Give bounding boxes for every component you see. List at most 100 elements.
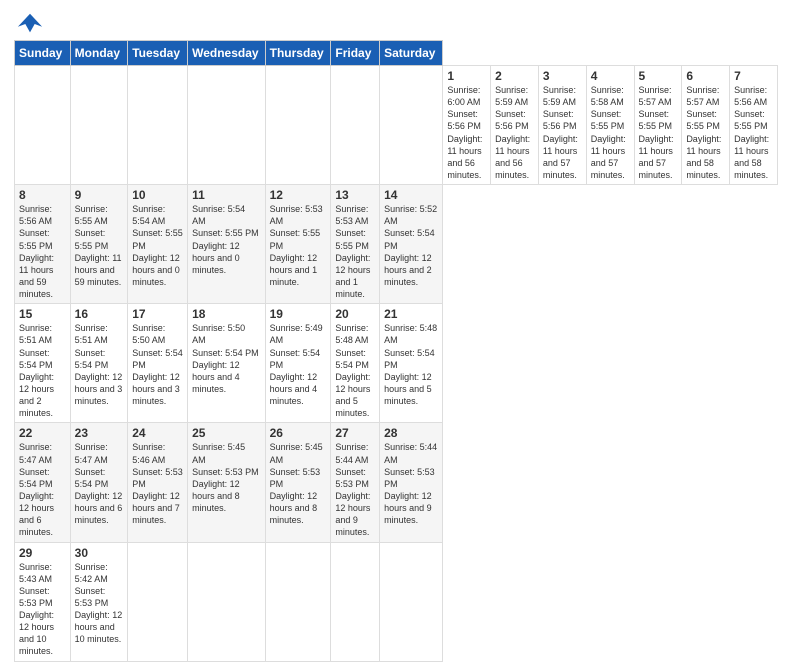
day-info: Sunrise: 5:51 AMSunset: 5:54 PMDaylight:…: [75, 322, 124, 407]
calendar-day-cell: 1Sunrise: 6:00 AMSunset: 5:56 PMDaylight…: [443, 66, 491, 185]
sunset-text: Sunset: 5:55 PM: [192, 228, 259, 238]
day-number: 5: [639, 69, 678, 83]
daylight-text: Daylight: 12 hours and 8 minutes.: [192, 479, 240, 513]
sunrise-text: Sunrise: 5:46 AM: [132, 442, 165, 464]
sunrise-text: Sunrise: 5:48 AM: [384, 323, 437, 345]
sunset-text: Sunset: 5:54 PM: [75, 348, 109, 370]
day-number: 26: [270, 426, 327, 440]
calendar-day-cell: 20Sunrise: 5:48 AMSunset: 5:54 PMDayligh…: [331, 304, 380, 423]
day-info: Sunrise: 5:44 AMSunset: 5:53 PMDaylight:…: [384, 441, 438, 526]
sunrise-text: Sunrise: 5:45 AM: [270, 442, 323, 464]
sunrise-text: Sunrise: 5:57 AM: [686, 85, 719, 107]
sunrise-text: Sunrise: 5:59 AM: [495, 85, 528, 107]
sunrise-text: Sunrise: 5:51 AM: [19, 323, 52, 345]
daylight-text: Daylight: 12 hours and 0 minutes.: [132, 253, 180, 287]
day-number: 4: [591, 69, 630, 83]
calendar-day-cell: 4Sunrise: 5:58 AMSunset: 5:55 PMDaylight…: [586, 66, 634, 185]
daylight-text: Daylight: 12 hours and 4 minutes.: [270, 372, 318, 406]
sunset-text: Sunset: 5:55 PM: [639, 109, 673, 131]
day-number: 8: [19, 188, 66, 202]
calendar-day-cell: 5Sunrise: 5:57 AMSunset: 5:55 PMDaylight…: [634, 66, 682, 185]
logo: [14, 10, 44, 34]
sunset-text: Sunset: 5:55 PM: [75, 228, 109, 250]
calendar-day-cell: 12Sunrise: 5:53 AMSunset: 5:55 PMDayligh…: [265, 185, 331, 304]
day-info: Sunrise: 5:45 AMSunset: 5:53 PMDaylight:…: [270, 441, 327, 526]
logo-bird-icon: [16, 10, 44, 38]
header-row: [14, 10, 778, 34]
calendar-day-cell: 3Sunrise: 5:59 AMSunset: 5:56 PMDaylight…: [538, 66, 586, 185]
calendar-week-row: 15Sunrise: 5:51 AMSunset: 5:54 PMDayligh…: [15, 304, 778, 423]
sunset-text: Sunset: 5:55 PM: [270, 228, 321, 250]
calendar-day-cell: 10Sunrise: 5:54 AMSunset: 5:55 PMDayligh…: [128, 185, 188, 304]
sunset-text: Sunset: 5:54 PM: [132, 348, 183, 370]
empty-day-cell: [331, 542, 380, 661]
sunrise-text: Sunrise: 5:47 AM: [19, 442, 52, 464]
day-number: 7: [734, 69, 773, 83]
empty-day-cell: [265, 66, 331, 185]
daylight-text: Daylight: 12 hours and 0 minutes.: [192, 241, 240, 275]
calendar-week-row: 8 Sunrise: 5:56 AM Sunset: 5:55 PM Daylight…: [15, 185, 778, 304]
column-header-friday: Friday: [331, 41, 380, 66]
day-info: Sunrise: 5:57 AMSunset: 5:55 PMDaylight:…: [639, 84, 678, 181]
sunrise-text: Sunrise: 5:50 AM: [132, 323, 165, 345]
sunrise-text: Sunrise: 5:44 AM: [335, 442, 368, 464]
calendar-week-row: 22Sunrise: 5:47 AMSunset: 5:54 PMDayligh…: [15, 423, 778, 542]
calendar-day-cell: 9Sunrise: 5:55 AMSunset: 5:55 PMDaylight…: [70, 185, 128, 304]
day-number: 23: [75, 426, 124, 440]
day-info: Sunrise: 5:55 AMSunset: 5:55 PMDaylight:…: [75, 203, 124, 288]
sunrise-text: Sunrise: 5:59 AM: [543, 85, 576, 107]
sunrise-text: Sunrise: 5:54 AM: [192, 204, 245, 226]
day-number: 25: [192, 426, 261, 440]
empty-day-cell: [380, 542, 443, 661]
daylight-text: Daylight: 12 hours and 3 minutes.: [75, 372, 123, 406]
empty-day-cell: [70, 66, 128, 185]
daylight-text: Daylight: 11 hours and 58 minutes.: [734, 134, 769, 180]
sunset-text: Sunset: 5:53 PM: [19, 586, 53, 608]
daylight-text: Daylight: 12 hours and 7 minutes.: [132, 491, 180, 525]
sunrise-text: Sunrise: 5:54 AM: [132, 204, 165, 226]
day-info: Sunrise: 5:53 AMSunset: 5:55 PMDaylight:…: [335, 203, 375, 300]
daylight-text: Daylight: 12 hours and 1 minute.: [270, 253, 318, 287]
calendar-week-row: 1Sunrise: 6:00 AMSunset: 5:56 PMDaylight…: [15, 66, 778, 185]
daylight-text: Daylight: 12 hours and 8 minutes.: [270, 491, 318, 525]
daylight-text: Daylight: 12 hours and 2 minutes.: [384, 253, 432, 287]
calendar-day-cell: 7Sunrise: 5:56 AMSunset: 5:55 PMDaylight…: [730, 66, 778, 185]
daylight-text: Daylight: 11 hours and 59 minutes.: [19, 253, 54, 299]
day-number: 3: [543, 69, 582, 83]
day-info: Sunrise: 5:45 AMSunset: 5:53 PMDaylight:…: [192, 441, 261, 514]
daylight-text: Daylight: 11 hours and 56 minutes.: [495, 134, 530, 180]
daylight-text: Daylight: 11 hours and 57 minutes.: [591, 134, 626, 180]
calendar-table: SundayMondayTuesdayWednesdayThursdayFrid…: [14, 40, 778, 662]
daylight-text: Daylight: 12 hours and 6 minutes.: [19, 491, 54, 537]
column-header-thursday: Thursday: [265, 41, 331, 66]
sunrise-text: Sunrise: 5:49 AM: [270, 323, 323, 345]
day-number: 21: [384, 307, 438, 321]
sunset-text: Sunset: 5:53 PM: [75, 586, 109, 608]
sunrise-text: Sunrise: 5:43 AM: [19, 562, 52, 584]
calendar-day-cell: 6Sunrise: 5:57 AMSunset: 5:55 PMDaylight…: [682, 66, 730, 185]
sunset-text: Sunset: 5:53 PM: [384, 467, 435, 489]
column-header-wednesday: Wednesday: [188, 41, 266, 66]
calendar-day-cell: 29Sunrise: 5:43 AMSunset: 5:53 PMDayligh…: [15, 542, 71, 661]
calendar-day-cell: 23Sunrise: 5:47 AMSunset: 5:54 PMDayligh…: [70, 423, 128, 542]
empty-day-cell: [380, 66, 443, 185]
sunrise-text: Sunrise: 5:56 AM: [19, 204, 52, 226]
empty-day-cell: [265, 542, 331, 661]
calendar-day-cell: 26Sunrise: 5:45 AMSunset: 5:53 PMDayligh…: [265, 423, 331, 542]
main-container: SundayMondayTuesdayWednesdayThursdayFrid…: [0, 0, 792, 668]
daylight-text: Daylight: 11 hours and 58 minutes.: [686, 134, 721, 180]
logo-text: [14, 10, 44, 34]
sunset-text: Sunset: 5:54 PM: [192, 348, 259, 358]
day-info: Sunrise: 5:43 AMSunset: 5:53 PMDaylight:…: [19, 561, 66, 658]
daylight-text: Daylight: 12 hours and 10 minutes.: [75, 610, 123, 644]
day-info: Sunrise: 5:56 AMSunset: 5:55 PMDaylight:…: [734, 84, 773, 181]
calendar-day-cell: 21Sunrise: 5:48 AMSunset: 5:54 PMDayligh…: [380, 304, 443, 423]
daylight-text: Daylight: 12 hours and 4 minutes.: [192, 360, 240, 394]
sunrise-text: Sunrise: 5:55 AM: [75, 204, 108, 226]
daylight-text: Daylight: 12 hours and 5 minutes.: [335, 372, 370, 418]
day-info: Sunrise: 5:49 AMSunset: 5:54 PMDaylight:…: [270, 322, 327, 407]
day-info: Sunrise: 5:51 AMSunset: 5:54 PMDaylight:…: [19, 322, 66, 419]
day-info: Sunrise: 5:48 AMSunset: 5:54 PMDaylight:…: [384, 322, 438, 407]
sunset-text: Sunset: 5:56 PM: [543, 109, 577, 131]
daylight-text: Daylight: 12 hours and 9 minutes.: [335, 491, 370, 537]
